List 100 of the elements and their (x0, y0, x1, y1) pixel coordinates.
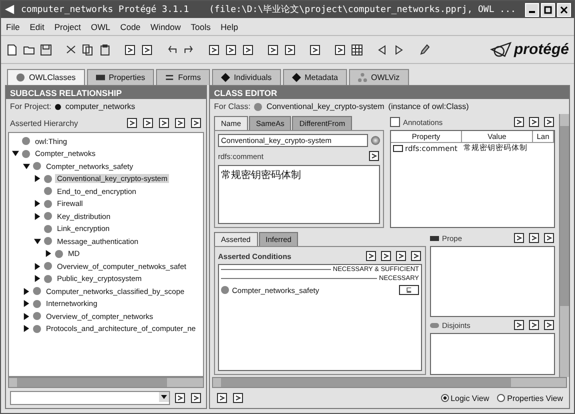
toolbar-icon[interactable] (190, 392, 202, 404)
close-icon (560, 6, 568, 14)
property-icon (393, 144, 403, 152)
toolbar-icon[interactable] (368, 150, 380, 162)
collapsed-arrow-icon[interactable] (34, 175, 41, 182)
toolbar-icon[interactable] (190, 117, 202, 129)
diamond-icon (292, 73, 301, 82)
collapsed-arrow-icon[interactable] (23, 312, 30, 320)
toolbar-icon[interactable] (208, 44, 220, 56)
collapsed-arrow-icon[interactable] (34, 200, 41, 208)
menu-item[interactable]: Help (220, 22, 238, 32)
lines-icon (165, 73, 174, 82)
paste-icon[interactable] (99, 44, 111, 56)
toolbar-icon[interactable] (284, 44, 296, 56)
collapsed-arrow-icon[interactable] (34, 262, 41, 270)
menu-item[interactable]: Code (120, 22, 141, 32)
toolbar-icon[interactable] (513, 319, 525, 331)
redo-icon[interactable] (183, 44, 195, 56)
tab[interactable]: Forms (156, 69, 210, 85)
menu-item[interactable]: OWL (90, 22, 110, 32)
expanded-arrow-icon[interactable] (34, 238, 41, 245)
for-class-label: For Class: (214, 102, 250, 111)
toolbar-icon[interactable] (142, 117, 154, 129)
toolbar-icon[interactable] (158, 117, 170, 129)
vertical-scrollbar[interactable] (559, 114, 569, 377)
cut-icon[interactable] (65, 44, 77, 56)
toolbar-icon[interactable] (141, 44, 153, 56)
toolbar-icon[interactable] (242, 44, 254, 56)
diamond-icon (220, 73, 230, 82)
toolbar-icon[interactable] (309, 44, 321, 56)
tab[interactable]: OWLClasses (7, 69, 85, 85)
toolbar-icon[interactable] (543, 232, 555, 244)
collapsed-arrow-icon[interactable] (23, 288, 30, 295)
panel-header: CLASS EDITOR (210, 86, 569, 99)
toolbar-icon[interactable] (216, 392, 228, 404)
menu-item[interactable]: Window (150, 22, 181, 32)
search-field[interactable] (10, 391, 170, 405)
toolbar-icon[interactable] (528, 319, 540, 331)
collapsed-arrow-icon[interactable] (23, 300, 30, 308)
right-triangle-icon[interactable] (393, 44, 405, 56)
tab[interactable]: Properties (86, 69, 154, 85)
toolbar-icon[interactable] (232, 392, 244, 404)
expanded-arrow-icon[interactable] (12, 150, 19, 158)
tab[interactable]: Individuals (212, 69, 281, 85)
expanded-arrow-icon[interactable] (23, 162, 30, 170)
new-file-icon[interactable] (6, 44, 18, 56)
project-icon (55, 104, 62, 110)
toolbar-icon[interactable] (528, 232, 540, 244)
horizontal-scrollbar[interactable] (8, 377, 204, 388)
maximize-button[interactable] (541, 2, 555, 16)
toolbar-icon[interactable] (543, 116, 555, 128)
toolbar-icon[interactable] (365, 250, 377, 262)
radio-button[interactable] (440, 394, 449, 402)
toolbar-icon[interactable] (528, 116, 540, 128)
toolbar-icon[interactable] (267, 44, 279, 56)
class-name: Conventional_key_crypto-system (266, 102, 384, 111)
toolbar-icon[interactable] (126, 117, 138, 129)
copy-icon[interactable] (82, 44, 94, 56)
panel-header: SUBCLASS RELATIONSHIP (6, 86, 206, 99)
grid-icon[interactable] (351, 44, 363, 56)
menu-item[interactable]: Tools (190, 22, 211, 32)
pencil-icon[interactable] (418, 44, 430, 56)
project-name: computer_networks (65, 102, 136, 111)
toolbar-icon[interactable] (410, 250, 422, 262)
menu-item[interactable]: File (6, 22, 20, 32)
open-folder-icon[interactable] (23, 44, 35, 56)
comment-field[interactable]: 常规密钥密码体制 (218, 165, 380, 224)
annotations-checkbox[interactable] (390, 117, 400, 127)
toolbar-icon[interactable] (225, 44, 237, 56)
toolbar-icon[interactable] (334, 44, 346, 56)
horizontal-scrollbar[interactable] (212, 377, 567, 388)
toolbar-icon[interactable] (395, 250, 407, 262)
collapsed-arrow-icon[interactable] (45, 250, 52, 258)
property-icon (430, 236, 439, 240)
toolbar-icon[interactable] (174, 117, 186, 129)
toolbar-icon[interactable] (124, 44, 136, 56)
radio-button[interactable] (497, 394, 506, 402)
toolbar-icon[interactable] (513, 232, 525, 244)
minimize-button[interactable] (525, 2, 539, 16)
collapsed-arrow-icon[interactable] (34, 212, 41, 220)
save-icon[interactable] (40, 44, 52, 56)
undo-icon[interactable] (166, 44, 178, 56)
menu-item[interactable]: Project (54, 22, 81, 32)
tab[interactable]: Metadata (282, 69, 347, 85)
toolbar-icon[interactable] (513, 116, 525, 128)
tab[interactable]: OWLViz (349, 69, 409, 85)
circle-icon (16, 73, 25, 82)
left-triangle-icon[interactable] (376, 44, 388, 56)
collapsed-arrow-icon[interactable] (23, 325, 30, 332)
radio-label[interactable]: Properties View (507, 394, 563, 402)
collapsed-arrow-icon[interactable] (34, 275, 41, 282)
toolbar-icon[interactable] (174, 392, 186, 404)
toolbar-icon[interactable] (380, 250, 392, 262)
dropdown-arrow-icon[interactable] (159, 392, 169, 402)
toolbar-icon[interactable] (543, 319, 555, 331)
close-button[interactable] (557, 2, 571, 16)
globe-icon[interactable] (371, 136, 380, 145)
menu-item[interactable]: Edit (30, 22, 44, 32)
class-icon (254, 102, 262, 110)
radio-label[interactable]: Logic View (450, 394, 490, 402)
